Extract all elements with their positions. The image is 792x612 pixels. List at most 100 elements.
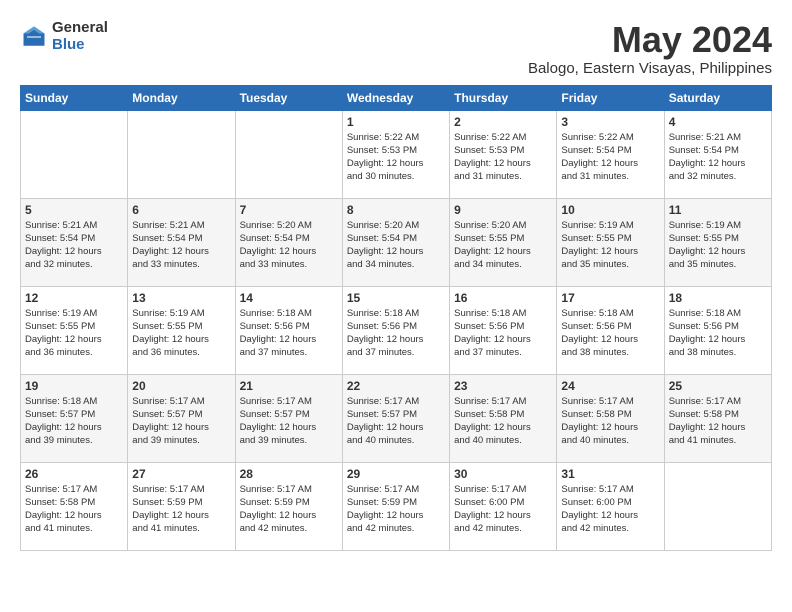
day-info: Sunrise: 5:21 AM Sunset: 5:54 PM Dayligh… <box>132 219 230 272</box>
calendar-cell: 14 Sunrise: 5:18 AM Sunset: 5:56 PM Dayli… <box>235 286 342 374</box>
calendar-cell: 27Sunrise: 5:17 AM Sunset: 5:59 PM Dayli… <box>128 462 235 550</box>
day-number: 31 <box>561 467 659 481</box>
logo: General Blue <box>20 20 108 53</box>
day-info: Sunrise: 5:19 AM Sunset: 5:55 PM Dayligh… <box>25 307 123 360</box>
day-info: Sunrise: 5:19 AM Sunset: 5:55 PM Dayligh… <box>561 219 659 272</box>
day-number: 6 <box>132 203 230 217</box>
logo-text: General Blue <box>52 20 108 53</box>
day-info: Sunrise: 5:18 AM Sunset: 5:56 PM Dayligh… <box>240 307 338 360</box>
calendar-cell: 24 Sunrise: 5:17 AM Sunset: 5:58 PM Dayli… <box>557 374 664 462</box>
day-number: 16 <box>454 291 552 305</box>
day-number: 29 <box>347 467 445 481</box>
calendar-cell: 8 Sunrise: 5:20 AM Sunset: 5:54 PM Daylig… <box>342 198 449 286</box>
calendar-cell: 25Sunrise: 5:17 AM Sunset: 5:58 PM Dayli… <box>664 374 771 462</box>
calendar-cell: 15 Sunrise: 5:18 AM Sunset: 5:56 PM Dayli… <box>342 286 449 374</box>
day-info: Sunrise: 5:21 AM Sunset: 5:54 PM Dayligh… <box>669 131 767 184</box>
day-number: 9 <box>454 203 552 217</box>
header-saturday: Saturday <box>664 85 771 110</box>
day-info: Sunrise: 5:17 AM Sunset: 5:58 PM Dayligh… <box>25 483 123 536</box>
calendar-cell: 30Sunrise: 5:17 AM Sunset: 6:00 PM Dayli… <box>450 462 557 550</box>
day-info: Sunrise: 5:18 AM Sunset: 5:56 PM Dayligh… <box>454 307 552 360</box>
day-info: Sunrise: 5:18 AM Sunset: 5:56 PM Dayligh… <box>347 307 445 360</box>
day-info: Sunrise: 5:22 AM Sunset: 5:53 PM Dayligh… <box>347 131 445 184</box>
day-number: 8 <box>347 203 445 217</box>
calendar-cell: 9 Sunrise: 5:20 AM Sunset: 5:55 PM Daylig… <box>450 198 557 286</box>
calendar-cell: 2 Sunrise: 5:22 AM Sunset: 5:53 PM Daylig… <box>450 110 557 198</box>
day-number: 15 <box>347 291 445 305</box>
day-number: 12 <box>25 291 123 305</box>
day-number: 11 <box>669 203 767 217</box>
day-number: 7 <box>240 203 338 217</box>
calendar-cell: 21 Sunrise: 5:17 AM Sunset: 5:57 PM Dayli… <box>235 374 342 462</box>
calendar-cell: 13Sunrise: 5:19 AM Sunset: 5:55 PM Dayli… <box>128 286 235 374</box>
day-number: 18 <box>669 291 767 305</box>
calendar-cell <box>235 110 342 198</box>
calendar-cell: 4 Sunrise: 5:21 AM Sunset: 5:54 PM Daylig… <box>664 110 771 198</box>
calendar-week-row: 19 Sunrise: 5:18 AM Sunset: 5:57 PM Dayli… <box>21 374 772 462</box>
day-info: Sunrise: 5:19 AM Sunset: 5:55 PM Dayligh… <box>132 307 230 360</box>
day-info: Sunrise: 5:18 AM Sunset: 5:57 PM Dayligh… <box>25 395 123 448</box>
day-info: Sunrise: 5:17 AM Sunset: 5:57 PM Dayligh… <box>347 395 445 448</box>
day-number: 27 <box>132 467 230 481</box>
day-number: 10 <box>561 203 659 217</box>
day-number: 14 <box>240 291 338 305</box>
day-info: Sunrise: 5:17 AM Sunset: 5:57 PM Dayligh… <box>132 395 230 448</box>
calendar-cell: 23 Sunrise: 5:17 AM Sunset: 5:58 PM Dayli… <box>450 374 557 462</box>
day-number: 2 <box>454 115 552 129</box>
header-tuesday: Tuesday <box>235 85 342 110</box>
day-info: Sunrise: 5:17 AM Sunset: 6:00 PM Dayligh… <box>561 483 659 536</box>
calendar-cell: 12 Sunrise: 5:19 AM Sunset: 5:55 PM Dayli… <box>21 286 128 374</box>
day-info: Sunrise: 5:20 AM Sunset: 5:54 PM Dayligh… <box>347 219 445 272</box>
day-number: 28 <box>240 467 338 481</box>
calendar-cell: 10 Sunrise: 5:19 AM Sunset: 5:55 PM Dayli… <box>557 198 664 286</box>
logo-icon <box>20 23 48 51</box>
calendar-cell: 17Sunrise: 5:18 AM Sunset: 5:56 PM Dayli… <box>557 286 664 374</box>
day-info: Sunrise: 5:20 AM Sunset: 5:54 PM Dayligh… <box>240 219 338 272</box>
calendar-week-row: 5 Sunrise: 5:21 AM Sunset: 5:54 PM Daylig… <box>21 198 772 286</box>
calendar-cell: 11 Sunrise: 5:19 AM Sunset: 5:55 PM Dayli… <box>664 198 771 286</box>
calendar-cell: 19 Sunrise: 5:18 AM Sunset: 5:57 PM Dayli… <box>21 374 128 462</box>
calendar-cell: 22Sunrise: 5:17 AM Sunset: 5:57 PM Dayli… <box>342 374 449 462</box>
day-number: 17 <box>561 291 659 305</box>
day-number: 5 <box>25 203 123 217</box>
calendar-cell <box>128 110 235 198</box>
day-info: Sunrise: 5:17 AM Sunset: 5:58 PM Dayligh… <box>561 395 659 448</box>
header-sunday: Sunday <box>21 85 128 110</box>
day-number: 25 <box>669 379 767 393</box>
day-info: Sunrise: 5:17 AM Sunset: 5:57 PM Dayligh… <box>240 395 338 448</box>
day-info: Sunrise: 5:20 AM Sunset: 5:55 PM Dayligh… <box>454 219 552 272</box>
header-friday: Friday <box>557 85 664 110</box>
day-info: Sunrise: 5:17 AM Sunset: 5:58 PM Dayligh… <box>454 395 552 448</box>
day-number: 19 <box>25 379 123 393</box>
page-header: General Blue May 2024 Balogo, Eastern Vi… <box>20 20 772 77</box>
day-info: Sunrise: 5:21 AM Sunset: 5:54 PM Dayligh… <box>25 219 123 272</box>
calendar-table: SundayMondayTuesdayWednesdayThursdayFrid… <box>20 85 772 551</box>
calendar-cell <box>664 462 771 550</box>
calendar-cell: 31 Sunrise: 5:17 AM Sunset: 6:00 PM Dayli… <box>557 462 664 550</box>
day-number: 24 <box>561 379 659 393</box>
day-number: 23 <box>454 379 552 393</box>
calendar-week-row: 26Sunrise: 5:17 AM Sunset: 5:58 PM Dayli… <box>21 462 772 550</box>
calendar-header-row: SundayMondayTuesdayWednesdayThursdayFrid… <box>21 85 772 110</box>
day-number: 1 <box>347 115 445 129</box>
header-thursday: Thursday <box>450 85 557 110</box>
day-info: Sunrise: 5:17 AM Sunset: 5:59 PM Dayligh… <box>240 483 338 536</box>
day-number: 21 <box>240 379 338 393</box>
calendar-cell: 18 Sunrise: 5:18 AM Sunset: 5:56 PM Dayli… <box>664 286 771 374</box>
calendar-cell: 1 Sunrise: 5:22 AM Sunset: 5:53 PM Daylig… <box>342 110 449 198</box>
day-number: 3 <box>561 115 659 129</box>
day-info: Sunrise: 5:17 AM Sunset: 5:59 PM Dayligh… <box>347 483 445 536</box>
calendar-cell: 3Sunrise: 5:22 AM Sunset: 5:54 PM Daylig… <box>557 110 664 198</box>
day-number: 4 <box>669 115 767 129</box>
calendar-cell: 7 Sunrise: 5:20 AM Sunset: 5:54 PM Daylig… <box>235 198 342 286</box>
day-info: Sunrise: 5:19 AM Sunset: 5:55 PM Dayligh… <box>669 219 767 272</box>
header-wednesday: Wednesday <box>342 85 449 110</box>
calendar-cell: 6 Sunrise: 5:21 AM Sunset: 5:54 PM Daylig… <box>128 198 235 286</box>
calendar-cell: 28 Sunrise: 5:17 AM Sunset: 5:59 PM Dayli… <box>235 462 342 550</box>
day-info: Sunrise: 5:22 AM Sunset: 5:53 PM Dayligh… <box>454 131 552 184</box>
calendar-cell: 5 Sunrise: 5:21 AM Sunset: 5:54 PM Daylig… <box>21 198 128 286</box>
day-info: Sunrise: 5:18 AM Sunset: 5:56 PM Dayligh… <box>669 307 767 360</box>
calendar-cell: 26Sunrise: 5:17 AM Sunset: 5:58 PM Dayli… <box>21 462 128 550</box>
title-block: May 2024 Balogo, Eastern Visayas, Philip… <box>528 20 772 77</box>
calendar-cell: 20Sunrise: 5:17 AM Sunset: 5:57 PM Dayli… <box>128 374 235 462</box>
